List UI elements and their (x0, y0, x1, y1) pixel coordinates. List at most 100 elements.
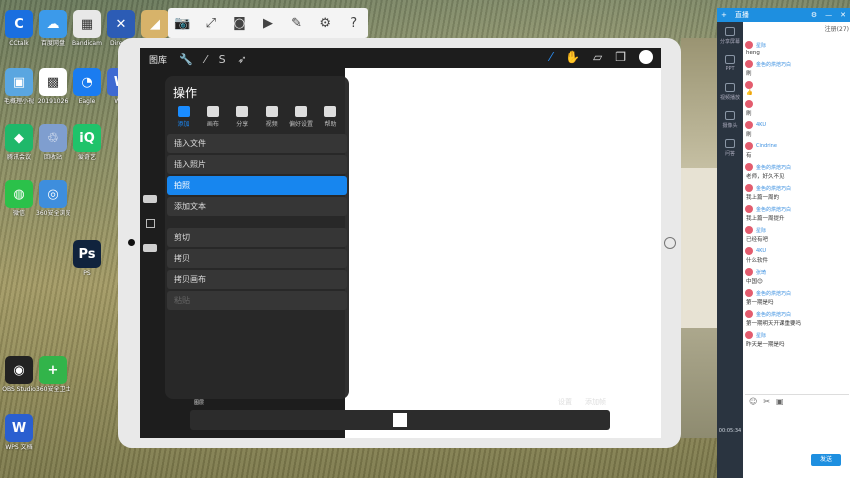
gallery-button[interactable]: 图库 (149, 53, 167, 66)
chat-username: 星际 (756, 227, 767, 234)
nav-icon (725, 83, 735, 92)
chat-message: 4KU 什么软件 (745, 247, 849, 264)
avatar (745, 142, 753, 150)
desktop-icon[interactable]: ▣ 毛概理小视 (2, 68, 36, 105)
chat-nav-item[interactable]: 摄像头 (717, 106, 743, 134)
action-tab[interactable]: 分享 (228, 106, 257, 128)
desktop-icon[interactable]: ◔ Eagle (70, 68, 104, 105)
transform-icon[interactable]: ➶ (238, 53, 247, 66)
chat-nav-item[interactable]: PPT (717, 50, 743, 78)
desktop-icon-label: 百度网盘 (40, 40, 65, 47)
tab-icon (324, 106, 337, 117)
desktop-icon[interactable]: iQ 爱奇艺 (70, 124, 104, 161)
scissors-icon[interactable]: ✂ (763, 397, 770, 406)
magic-wand-icon[interactable]: ⁄ (205, 53, 207, 66)
camera-icon[interactable]: 📷 (168, 9, 197, 37)
video-icon[interactable]: ▶ (254, 9, 283, 37)
minimize-icon[interactable]: — (825, 11, 832, 19)
desktop-icon[interactable]: +360安全卫士 (36, 356, 70, 393)
menu-item[interactable]: 拍照 (167, 176, 347, 195)
gear-icon[interactable]: ⚙ (311, 9, 340, 37)
settings-button[interactable]: 设置 (558, 397, 572, 407)
desktop-icon[interactable]: ▦ Bandicam (70, 10, 104, 47)
menu-item[interactable]: 拷贝画布 (167, 270, 347, 289)
desktop-icon[interactable]: ☁ 百度网盘 (36, 10, 70, 47)
send-button[interactable]: 发送 (811, 454, 841, 466)
add-icon[interactable]: + (721, 11, 727, 19)
tab-label: 分享 (236, 121, 249, 128)
action-tab[interactable]: 帮助 (316, 106, 345, 128)
desktop-icon-label: 20191026 (37, 98, 69, 105)
desktop-icon-label: 微信 (12, 210, 25, 217)
eraser-icon[interactable]: ▱ (593, 50, 602, 64)
chat-message: 金色的烘焙巧白 我上篇一周提升 (745, 205, 849, 222)
desktop-icon[interactable]: ◍ 微信 (2, 180, 36, 217)
action-tab[interactable]: 偏好设置 (287, 106, 316, 128)
modify-button[interactable] (145, 219, 155, 228)
menu-item[interactable]: 拷贝 (167, 249, 347, 268)
brush-size-slider[interactable] (143, 195, 157, 203)
chat-nav-item[interactable]: 问答 (717, 134, 743, 162)
wrench-icon[interactable]: 🔧 (179, 53, 193, 66)
chat-message-text: 刷 (746, 71, 752, 77)
avatar (745, 81, 753, 89)
frame-strip (190, 410, 610, 430)
screen-tool-bar: 📷 ⤢ ◙ ▶ ✎ ⚙ ? (168, 8, 368, 38)
chat-nav-item[interactable]: 视频播放 (717, 78, 743, 106)
menu-item[interactable]: 添加文本 (167, 197, 347, 216)
selection-icon[interactable]: S (219, 53, 226, 66)
help-icon[interactable]: ? (339, 9, 368, 37)
desktop-icon[interactable]: ◆ 腾讯会议 (2, 124, 36, 161)
settings-icon[interactable]: ⚙ (811, 11, 817, 19)
smudge-icon[interactable]: ✋ (565, 50, 580, 64)
action-tab[interactable]: 视频 (257, 106, 286, 128)
chat-username: 星际 (756, 332, 767, 339)
avatar (745, 100, 753, 108)
opacity-slider[interactable] (143, 244, 157, 252)
app-icon: ▩ (39, 68, 67, 96)
chat-username: 金色的烘焙巧白 (756, 61, 792, 68)
emoji-icon[interactable]: ☺ (749, 397, 757, 406)
chat-message: Cindrine 有 (745, 142, 849, 159)
desktop-icon[interactable]: C CCtalk (2, 10, 36, 47)
frame-thumbnail[interactable] (393, 413, 407, 427)
app-icon: ◢ (141, 10, 169, 38)
chat-message-author: 金色的烘焙巧白 (745, 310, 849, 318)
menu-item[interactable]: 插入文件 (167, 134, 347, 153)
app-icon: ◔ (73, 68, 101, 96)
action-tab[interactable]: 画布 (198, 106, 227, 128)
photo-icon[interactable]: ◙ (225, 9, 254, 37)
desktop-icon[interactable]: ♲ 回收站 (36, 124, 70, 161)
home-button[interactable] (664, 237, 676, 249)
desktop-icon[interactable]: ◎ 360安全浏览器 (36, 180, 70, 217)
tab-icon (177, 106, 190, 117)
drawing-canvas[interactable] (345, 68, 661, 438)
chat-message-text: 已经有吧 (746, 237, 769, 243)
menu-item[interactable]: 剪切 (167, 228, 347, 247)
chat-message: 4KU 刷 (745, 121, 849, 138)
desktop-icon[interactable]: ▩ 20191026 (36, 68, 70, 105)
chat-message: 星际 昨天是一期是吗 (745, 331, 849, 348)
image-icon[interactable]: ▣ (776, 397, 784, 406)
layer-label: 图层 (194, 400, 205, 406)
app-icon: ▦ (73, 10, 101, 38)
close-icon[interactable]: ✕ (840, 11, 846, 19)
tab-icon (295, 106, 308, 117)
chat-nav-item[interactable]: 分享屏幕 (717, 22, 743, 50)
expand-icon[interactable]: ⤢ (197, 9, 226, 37)
desktop-icon[interactable]: Ps PS (70, 240, 104, 277)
nav-icon (725, 139, 735, 148)
layers-icon[interactable]: ❐ (615, 50, 626, 64)
desktop-icon[interactable]: W WPS 文档 (2, 414, 36, 451)
add-frame-button[interactable]: 添加帧 (585, 397, 606, 407)
menu-item[interactable]: 插入照片 (167, 155, 347, 174)
desktop-icon-label: 腾讯会议 (6, 154, 31, 161)
action-tab[interactable]: 添加 (169, 106, 198, 128)
avatar (745, 163, 753, 171)
pen-icon[interactable]: ✎ (282, 9, 311, 37)
desktop-icon[interactable]: ◉ OBS Studio (2, 356, 36, 393)
avatar (745, 268, 753, 276)
color-picker[interactable] (639, 50, 653, 64)
action-tabs: 添加 画布 分享 视频 偏好设置 帮助 (169, 106, 345, 128)
brush-icon[interactable]: ⁄ (550, 50, 552, 64)
